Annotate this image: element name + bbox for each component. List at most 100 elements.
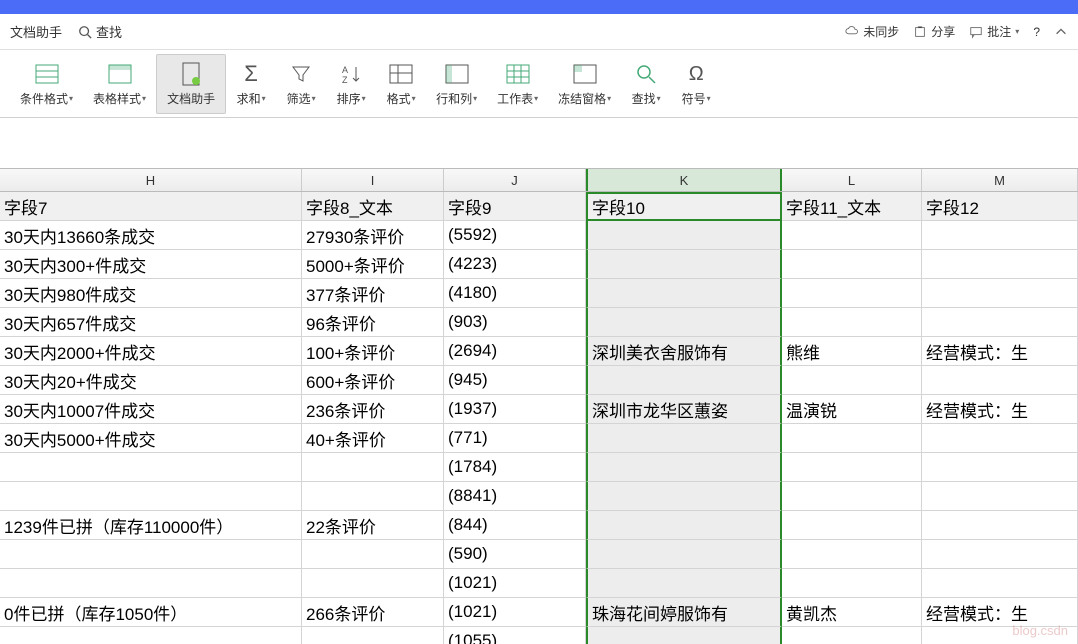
cell[interactable] (922, 540, 1078, 569)
rowcol-button[interactable]: 行和列▾ (426, 54, 487, 114)
cell[interactable]: 22条评价 (302, 511, 444, 540)
cell[interactable] (782, 453, 922, 482)
cell[interactable] (782, 221, 922, 250)
cell[interactable] (782, 540, 922, 569)
sheet-area[interactable]: H I J K L M 字段7 字段8_文本 字段9 字段10 字段11_文本 … (0, 118, 1078, 644)
format-button[interactable]: 格式▾ (376, 54, 426, 114)
cell[interactable]: 377条评价 (302, 279, 444, 308)
cell[interactable] (922, 250, 1078, 279)
comment-button[interactable]: 批注 ▾ (969, 23, 1019, 40)
cell[interactable]: 字段8_文本 (302, 192, 444, 221)
cell[interactable]: 黄凯杰 (782, 598, 922, 627)
cell[interactable]: 字段11_文本 (782, 192, 922, 221)
active-cell[interactable]: 字段10 (586, 192, 782, 221)
col-header-M[interactable]: M (922, 169, 1078, 191)
cell[interactable] (0, 627, 302, 644)
cell[interactable] (586, 540, 782, 569)
cell[interactable]: (1021) (444, 569, 586, 598)
table-style-button[interactable]: 表格样式▾ (83, 54, 156, 114)
cell[interactable] (922, 453, 1078, 482)
cell[interactable] (302, 540, 444, 569)
cell[interactable] (782, 250, 922, 279)
cell[interactable] (782, 627, 922, 644)
cell[interactable]: 字段9 (444, 192, 586, 221)
cell[interactable]: (1937) (444, 395, 586, 424)
cell[interactable]: 经营模式：生 (922, 337, 1078, 366)
cell[interactable]: 100+条评价 (302, 337, 444, 366)
cell[interactable] (586, 627, 782, 644)
help-button[interactable]: ? (1033, 25, 1040, 39)
symbol-button[interactable]: Ω 符号▾ (671, 54, 721, 114)
cell[interactable]: (844) (444, 511, 586, 540)
cell[interactable] (586, 424, 782, 453)
col-header-I[interactable]: I (302, 169, 444, 191)
cell[interactable]: (771) (444, 424, 586, 453)
cell[interactable] (586, 511, 782, 540)
cell[interactable]: 珠海花间婷服饰有 (586, 598, 782, 627)
cell[interactable] (782, 308, 922, 337)
cell[interactable]: (903) (444, 308, 586, 337)
cell[interactable]: (4223) (444, 250, 586, 279)
cell[interactable]: 字段12 (922, 192, 1078, 221)
cell[interactable]: (1784) (444, 453, 586, 482)
cell[interactable] (922, 424, 1078, 453)
cell[interactable] (302, 569, 444, 598)
cell[interactable] (782, 569, 922, 598)
filter-button[interactable]: 筛选▾ (276, 54, 326, 114)
cell[interactable]: 30天内657件成交 (0, 308, 302, 337)
cell[interactable]: 40+条评价 (302, 424, 444, 453)
cell[interactable]: 266条评价 (302, 598, 444, 627)
cell[interactable]: (5592) (444, 221, 586, 250)
cell[interactable] (0, 482, 302, 511)
cell[interactable] (302, 627, 444, 644)
cell[interactable]: 600+条评价 (302, 366, 444, 395)
cell[interactable]: (4180) (444, 279, 586, 308)
cell[interactable] (586, 221, 782, 250)
cell[interactable] (782, 482, 922, 511)
cell[interactable]: (2694) (444, 337, 586, 366)
cell[interactable] (586, 569, 782, 598)
cell[interactable]: 1239件已拼（库存110000件） (0, 511, 302, 540)
cell[interactable]: 30天内300+件成交 (0, 250, 302, 279)
cell[interactable] (782, 366, 922, 395)
cell[interactable] (782, 279, 922, 308)
cell[interactable] (922, 569, 1078, 598)
cell[interactable] (586, 453, 782, 482)
cell[interactable]: 熊维 (782, 337, 922, 366)
cell[interactable] (302, 453, 444, 482)
cell[interactable] (586, 279, 782, 308)
cell[interactable] (782, 511, 922, 540)
worksheet-button[interactable]: 工作表▾ (487, 54, 548, 114)
cell[interactable]: 经营模式：生 (922, 395, 1078, 424)
cell[interactable]: 30天内5000+件成交 (0, 424, 302, 453)
col-header-J[interactable]: J (444, 169, 586, 191)
cell[interactable]: 27930条评价 (302, 221, 444, 250)
cell[interactable]: 字段7 (0, 192, 302, 221)
sum-button[interactable]: Σ 求和▾ (226, 54, 276, 114)
grid[interactable]: 字段7 字段8_文本 字段9 字段10 字段11_文本 字段12 30天内136… (0, 192, 1078, 644)
cell[interactable] (782, 424, 922, 453)
cell[interactable] (922, 308, 1078, 337)
freeze-button[interactable]: 冻结窗格▾ (548, 54, 621, 114)
cell[interactable]: 深圳美衣舍服饰有 (586, 337, 782, 366)
unsync-button[interactable]: 未同步 (845, 23, 899, 40)
cell[interactable] (586, 308, 782, 337)
cell[interactable]: 30天内10007件成交 (0, 395, 302, 424)
doc-helper-button[interactable]: 文档助手 (156, 54, 226, 114)
cell[interactable] (0, 569, 302, 598)
doc-helper-menu[interactable]: 文档助手 (10, 22, 62, 41)
cell[interactable]: 5000+条评价 (302, 250, 444, 279)
cell[interactable]: (1021) (444, 598, 586, 627)
cell[interactable] (586, 482, 782, 511)
cell[interactable]: 30天内20+件成交 (0, 366, 302, 395)
find-button[interactable]: 查找▾ (621, 54, 671, 114)
collapse-button[interactable] (1054, 25, 1068, 39)
cell[interactable] (922, 627, 1078, 644)
cell[interactable] (0, 453, 302, 482)
cell[interactable] (922, 366, 1078, 395)
cell[interactable]: 深圳市龙华区蕙姿 (586, 395, 782, 424)
cell[interactable]: 温演锐 (782, 395, 922, 424)
cell[interactable] (922, 482, 1078, 511)
cell[interactable] (922, 511, 1078, 540)
col-header-H[interactable]: H (0, 169, 302, 191)
